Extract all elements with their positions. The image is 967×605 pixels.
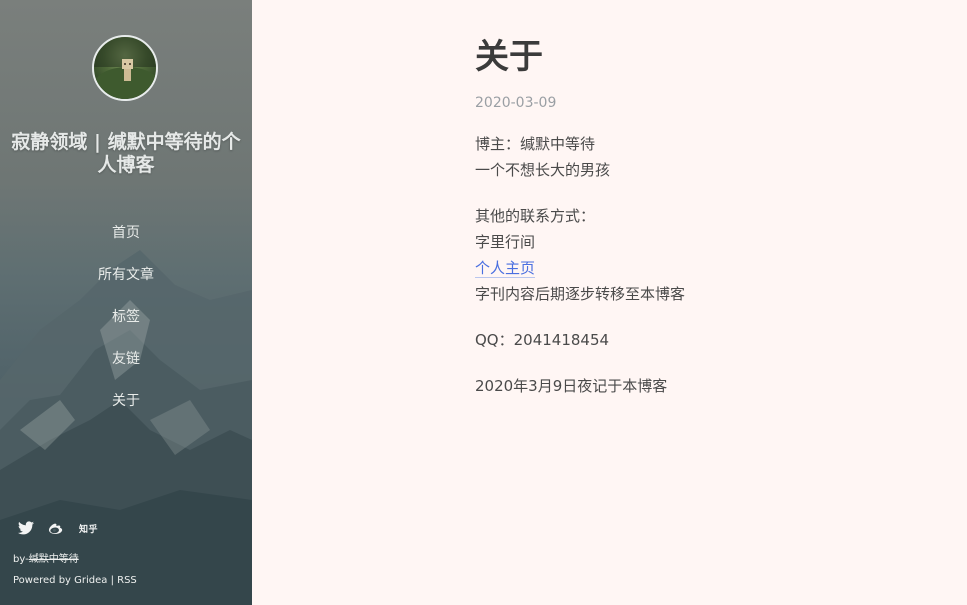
twitter-icon[interactable]: [18, 521, 34, 535]
footer-author-name: 缄默中等待: [28, 554, 79, 565]
nav-item-about[interactable]: 关于: [0, 389, 252, 431]
nav-item-home[interactable]: 首页: [0, 221, 252, 263]
site-title[interactable]: 寂静领域 | 缄默中等待的个人博客: [10, 131, 242, 177]
paragraph-signoff: 2020年3月9日夜记于本博客: [475, 373, 945, 399]
nav-item-tags[interactable]: 标签: [0, 305, 252, 347]
tagline: 一个不想长大的男孩: [475, 161, 611, 179]
zhihu-link[interactable]: 知乎: [79, 522, 98, 535]
paragraph-qq: QQ：2041418454: [475, 327, 945, 353]
social-links: 知乎: [18, 521, 98, 535]
nav-item-all-posts[interactable]: 所有文章: [0, 263, 252, 305]
sidebar: 寂静领域 | 缄默中等待的个人博客 首页 所有文章 标签 友链 关于 知乎 by…: [0, 0, 252, 605]
weibo-icon[interactable]: [48, 521, 65, 535]
sidebar-nav: 首页 所有文章 标签 友链 关于: [0, 221, 252, 431]
homepage-link[interactable]: 个人主页: [475, 259, 536, 278]
contact-heading: 其他的联系方式：: [475, 207, 596, 225]
post-content: 关于 2020-03-09 博主：缄默中等待 一个不想长大的男孩 其他的联系方式…: [475, 34, 945, 419]
avatar[interactable]: [92, 35, 158, 101]
signoff: 2020年3月9日夜记于本博客: [475, 377, 668, 395]
paragraph-intro: 博主：缄默中等待 一个不想长大的男孩: [475, 131, 945, 183]
migration-note: 字刊内容后期逐步转移至本博客: [475, 285, 686, 303]
footer-author: by-缄默中等待: [13, 550, 79, 565]
paragraph-contact: 其他的联系方式： 字里行间 个人主页 字刊内容后期逐步转移至本博客: [475, 203, 945, 307]
post-title: 关于: [475, 37, 543, 77]
post-body: 博主：缄默中等待 一个不想长大的男孩 其他的联系方式： 字里行间 个人主页 字刊…: [475, 131, 945, 399]
qq-contact: QQ：2041418454: [475, 331, 610, 349]
post-date: 2020-03-09: [475, 95, 557, 111]
footer-by-prefix: by-: [13, 554, 29, 565]
contact-site: 字里行间: [475, 233, 536, 251]
nav-item-friend-links[interactable]: 友链: [0, 347, 252, 389]
footer-powered-by[interactable]: Powered by Gridea | RSS: [13, 575, 137, 586]
blogger-line: 博主：缄默中等待: [475, 135, 596, 153]
